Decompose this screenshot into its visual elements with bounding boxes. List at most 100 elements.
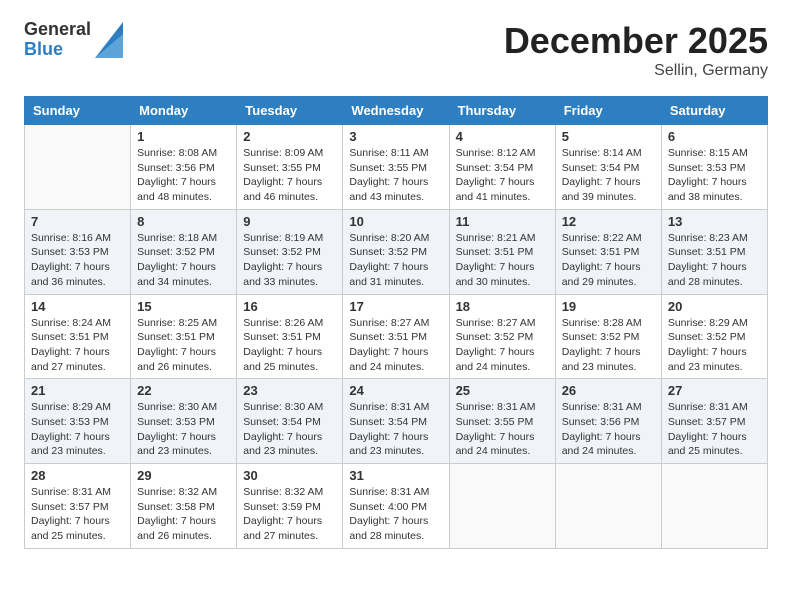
day-info: Sunrise: 8:30 AMSunset: 3:54 PMDaylight:… <box>243 400 336 459</box>
calendar-cell: 23 Sunrise: 8:30 AMSunset: 3:54 PMDayligh… <box>237 379 343 464</box>
day-info: Sunrise: 8:23 AMSunset: 3:51 PMDaylight:… <box>668 231 761 290</box>
day-info: Sunrise: 8:11 AMSunset: 3:55 PMDaylight:… <box>349 146 442 205</box>
day-info: Sunrise: 8:25 AMSunset: 3:51 PMDaylight:… <box>137 316 230 375</box>
calendar-cell: 20 Sunrise: 8:29 AMSunset: 3:52 PMDayligh… <box>661 294 767 379</box>
day-number: 29 <box>137 468 230 483</box>
day-number: 18 <box>456 299 549 314</box>
day-info: Sunrise: 8:08 AMSunset: 3:56 PMDaylight:… <box>137 146 230 205</box>
day-number: 30 <box>243 468 336 483</box>
day-info: Sunrise: 8:22 AMSunset: 3:51 PMDaylight:… <box>562 231 655 290</box>
day-info: Sunrise: 8:12 AMSunset: 3:54 PMDaylight:… <box>456 146 549 205</box>
day-number: 27 <box>668 383 761 398</box>
calendar-table: SundayMondayTuesdayWednesdayThursdayFrid… <box>24 96 768 549</box>
day-number: 23 <box>243 383 336 398</box>
day-info: Sunrise: 8:32 AMSunset: 3:58 PMDaylight:… <box>137 485 230 544</box>
calendar-cell <box>555 464 661 549</box>
day-info: Sunrise: 8:32 AMSunset: 3:59 PMDaylight:… <box>243 485 336 544</box>
calendar-cell: 9Sunrise: 8:19 AMSunset: 3:52 PMDaylight… <box>237 209 343 294</box>
calendar-cell: 5Sunrise: 8:14 AMSunset: 3:54 PMDaylight… <box>555 125 661 210</box>
calendar-cell: 8 Sunrise: 8:18 AMSunset: 3:52 PMDaylight… <box>131 209 237 294</box>
calendar-cell: 24Sunrise: 8:31 AMSunset: 3:54 PMDayligh… <box>343 379 449 464</box>
day-number: 19 <box>562 299 655 314</box>
day-info: Sunrise: 8:31 AMSunset: 3:57 PMDaylight:… <box>668 400 761 459</box>
calendar-cell: 2Sunrise: 8:09 AMSunset: 3:55 PMDaylight… <box>237 125 343 210</box>
calendar-cell: 3 Sunrise: 8:11 AMSunset: 3:55 PMDaylight… <box>343 125 449 210</box>
calendar-cell: 28 Sunrise: 8:31 AMSunset: 3:57 PMDayligh… <box>25 464 131 549</box>
calendar-cell: 13 Sunrise: 8:23 AMSunset: 3:51 PMDayligh… <box>661 209 767 294</box>
calendar-cell: 18Sunrise: 8:27 AMSunset: 3:52 PMDayligh… <box>449 294 555 379</box>
day-number: 2 <box>243 129 336 144</box>
calendar-cell: 10Sunrise: 8:20 AMSunset: 3:52 PMDayligh… <box>343 209 449 294</box>
logo-blue: Blue <box>24 40 91 60</box>
day-number: 20 <box>668 299 761 314</box>
logo-text: General Blue <box>24 20 91 60</box>
day-number: 12 <box>562 214 655 229</box>
calendar-cell: 4 Sunrise: 8:12 AMSunset: 3:54 PMDaylight… <box>449 125 555 210</box>
calendar-week-row: 7 Sunrise: 8:16 AMSunset: 3:53 PMDaylight… <box>25 209 768 294</box>
day-number: 25 <box>456 383 549 398</box>
day-number: 21 <box>31 383 124 398</box>
day-info: Sunrise: 8:20 AMSunset: 3:52 PMDaylight:… <box>349 231 442 290</box>
calendar-cell: 29 Sunrise: 8:32 AMSunset: 3:58 PMDayligh… <box>131 464 237 549</box>
day-info: Sunrise: 8:29 AMSunset: 3:52 PMDaylight:… <box>668 316 761 375</box>
day-info: Sunrise: 8:31 AMSunset: 3:57 PMDaylight:… <box>31 485 124 544</box>
day-number: 24 <box>349 383 442 398</box>
day-info: Sunrise: 8:16 AMSunset: 3:53 PMDaylight:… <box>31 231 124 290</box>
day-number: 16 <box>243 299 336 314</box>
day-info: Sunrise: 8:28 AMSunset: 3:52 PMDaylight:… <box>562 316 655 375</box>
day-number: 28 <box>31 468 124 483</box>
calendar-cell: 27 Sunrise: 8:31 AMSunset: 3:57 PMDayligh… <box>661 379 767 464</box>
logo-general: General <box>24 20 91 40</box>
day-info: Sunrise: 8:30 AMSunset: 3:53 PMDaylight:… <box>137 400 230 459</box>
calendar-cell: 14Sunrise: 8:24 AMSunset: 3:51 PMDayligh… <box>25 294 131 379</box>
day-info: Sunrise: 8:24 AMSunset: 3:51 PMDaylight:… <box>31 316 124 375</box>
location: Sellin, Germany <box>504 62 768 80</box>
day-info: Sunrise: 8:21 AMSunset: 3:51 PMDaylight:… <box>456 231 549 290</box>
calendar-cell <box>25 125 131 210</box>
calendar-cell: 7 Sunrise: 8:16 AMSunset: 3:53 PMDaylight… <box>25 209 131 294</box>
day-number: 17 <box>349 299 442 314</box>
calendar-cell: 12 Sunrise: 8:22 AMSunset: 3:51 PMDayligh… <box>555 209 661 294</box>
calendar-cell: 19 Sunrise: 8:28 AMSunset: 3:52 PMDayligh… <box>555 294 661 379</box>
calendar-cell <box>661 464 767 549</box>
calendar-cell: 22 Sunrise: 8:30 AMSunset: 3:53 PMDayligh… <box>131 379 237 464</box>
weekday-header: Wednesday <box>343 97 449 125</box>
day-info: Sunrise: 8:31 AMSunset: 3:55 PMDaylight:… <box>456 400 549 459</box>
calendar-cell: 1 Sunrise: 8:08 AMSunset: 3:56 PMDaylight… <box>131 125 237 210</box>
calendar-cell: 6 Sunrise: 8:15 AMSunset: 3:53 PMDaylight… <box>661 125 767 210</box>
calendar-week-row: 1 Sunrise: 8:08 AMSunset: 3:56 PMDaylight… <box>25 125 768 210</box>
day-info: Sunrise: 8:18 AMSunset: 3:52 PMDaylight:… <box>137 231 230 290</box>
day-number: 1 <box>137 129 230 144</box>
weekday-header: Friday <box>555 97 661 125</box>
calendar-cell <box>449 464 555 549</box>
day-info: Sunrise: 8:29 AMSunset: 3:53 PMDaylight:… <box>31 400 124 459</box>
day-info: Sunrise: 8:27 AMSunset: 3:51 PMDaylight:… <box>349 316 442 375</box>
month-title: December 2025 <box>504 20 768 62</box>
day-number: 22 <box>137 383 230 398</box>
day-number: 15 <box>137 299 230 314</box>
calendar-cell: 17 Sunrise: 8:27 AMSunset: 3:51 PMDayligh… <box>343 294 449 379</box>
calendar-cell: 15 Sunrise: 8:25 AMSunset: 3:51 PMDayligh… <box>131 294 237 379</box>
calendar-cell: 25 Sunrise: 8:31 AMSunset: 3:55 PMDayligh… <box>449 379 555 464</box>
day-info: Sunrise: 8:26 AMSunset: 3:51 PMDaylight:… <box>243 316 336 375</box>
day-info: Sunrise: 8:31 AMSunset: 4:00 PMDaylight:… <box>349 485 442 544</box>
day-info: Sunrise: 8:31 AMSunset: 3:56 PMDaylight:… <box>562 400 655 459</box>
day-number: 6 <box>668 129 761 144</box>
title-block: December 2025 Sellin, Germany <box>504 20 768 80</box>
calendar-week-row: 21 Sunrise: 8:29 AMSunset: 3:53 PMDayligh… <box>25 379 768 464</box>
calendar-cell: 21 Sunrise: 8:29 AMSunset: 3:53 PMDayligh… <box>25 379 131 464</box>
day-number: 4 <box>456 129 549 144</box>
day-number: 8 <box>137 214 230 229</box>
weekday-header-row: SundayMondayTuesdayWednesdayThursdayFrid… <box>25 97 768 125</box>
calendar-week-row: 14Sunrise: 8:24 AMSunset: 3:51 PMDayligh… <box>25 294 768 379</box>
calendar-week-row: 28 Sunrise: 8:31 AMSunset: 3:57 PMDayligh… <box>25 464 768 549</box>
weekday-header: Saturday <box>661 97 767 125</box>
logo: General Blue <box>24 20 123 60</box>
day-number: 13 <box>668 214 761 229</box>
calendar-cell: 30 Sunrise: 8:32 AMSunset: 3:59 PMDayligh… <box>237 464 343 549</box>
calendar-cell: 31Sunrise: 8:31 AMSunset: 4:00 PMDayligh… <box>343 464 449 549</box>
day-number: 7 <box>31 214 124 229</box>
day-number: 3 <box>349 129 442 144</box>
day-number: 26 <box>562 383 655 398</box>
day-info: Sunrise: 8:15 AMSunset: 3:53 PMDaylight:… <box>668 146 761 205</box>
